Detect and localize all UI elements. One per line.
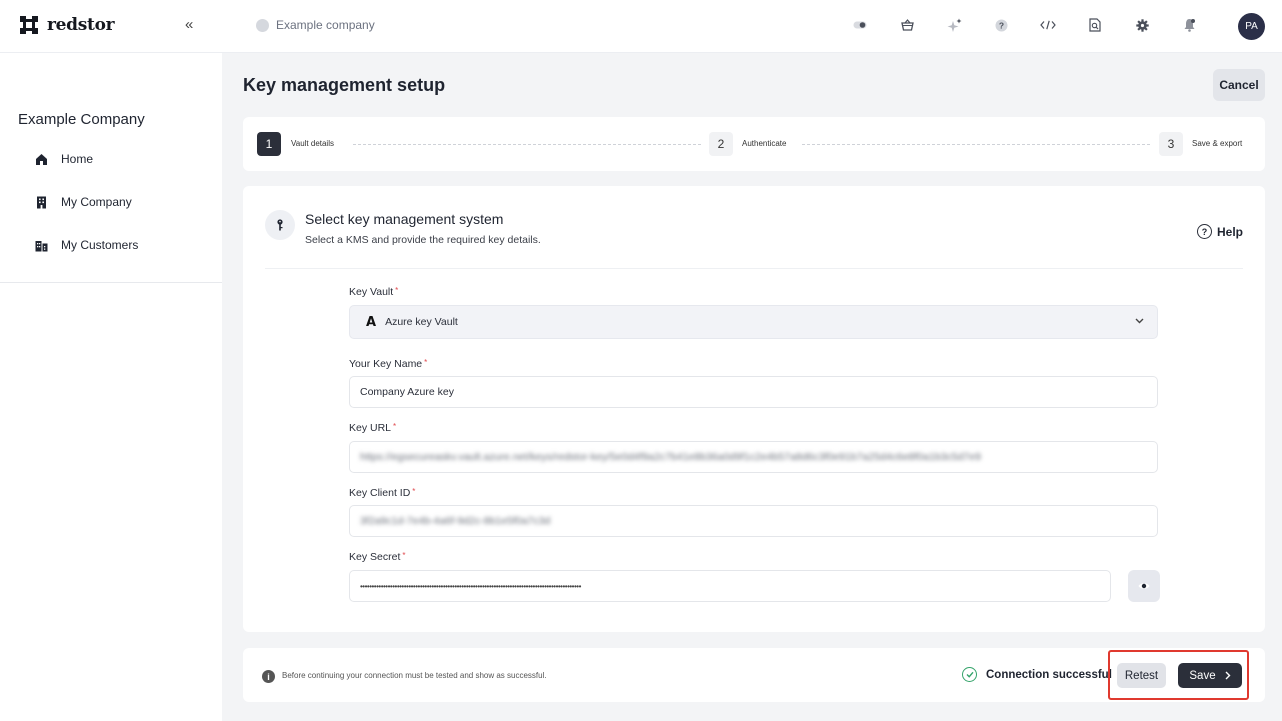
client-id-input[interactable]: 3f2a9c1d-7e4b-4a6f-9d2c-8b1e5f0a7c3d <box>349 505 1158 537</box>
client-id-label: Key Client ID * <box>349 487 415 499</box>
key-name-label: Your Key Name * <box>349 358 427 370</box>
key-url-label-text: Key URL <box>349 422 392 434</box>
key-url-value: https://egsecureaskv.vault.azure.net/key… <box>360 451 981 463</box>
stepper: 1 Vault details 2 Authenticate 3 Save & … <box>243 117 1265 171</box>
step-connector <box>802 144 1150 145</box>
retest-button[interactable]: Retest <box>1117 663 1166 688</box>
sidebar-item-label: My Customers <box>61 238 139 252</box>
redstor-logo[interactable]: redstor <box>18 14 115 36</box>
collapse-sidebar-button[interactable]: « <box>185 16 193 33</box>
key-icon <box>265 210 295 240</box>
connection-status-text: Connection successful <box>986 668 1112 681</box>
sidebar-item-home[interactable]: Home <box>35 152 93 166</box>
step-2-number[interactable]: 2 <box>709 132 733 156</box>
step-3-label: Save & export <box>1192 139 1243 148</box>
company-selector-label: Example company <box>276 18 375 32</box>
sidebar-company-title: Example Company <box>18 111 145 128</box>
required-marker: * <box>393 422 397 431</box>
top-bar: redstor « Example company ? PA <box>0 0 1282 53</box>
redstor-logo-icon <box>20 16 38 34</box>
key-name-input[interactable]: Company Azure key <box>349 376 1158 408</box>
step-1-number[interactable]: 1 <box>257 132 281 156</box>
step-3-number[interactable]: 3 <box>1159 132 1183 156</box>
gear-icon[interactable] <box>1130 13 1154 37</box>
sidebar-divider <box>0 282 222 283</box>
buildings-icon <box>35 240 48 251</box>
chevron-right-icon <box>1225 671 1231 680</box>
key-name-value: Company Azure key <box>360 386 454 398</box>
azure-logo-icon: A <box>366 314 377 330</box>
key-vault-select[interactable]: A Azure key Vault <box>349 305 1158 339</box>
sparkle-icon[interactable] <box>942 13 966 37</box>
footer-bar: i Before continuing your connection must… <box>243 648 1265 702</box>
sidebar-item-my-company[interactable]: My Company <box>35 195 132 209</box>
help-link[interactable]: ? Help <box>1197 224 1243 239</box>
key-secret-label: Key Secret * <box>349 551 405 563</box>
required-marker: * <box>412 487 416 496</box>
key-url-label: Key URL * <box>349 422 396 434</box>
logo-text: redstor <box>47 15 115 35</box>
sidebar-item-label: My Company <box>61 195 132 209</box>
sidebar-item-my-customers[interactable]: My Customers <box>35 238 138 252</box>
client-id-value: 3f2a9c1d-7e4b-4a6f-9d2c-8b1e5f0a7c3d <box>360 515 551 527</box>
eye-icon <box>1138 583 1150 589</box>
key-vault-label-text: Key Vault <box>349 286 394 298</box>
company-selector[interactable]: Example company <box>256 18 375 32</box>
key-vault-label: Key Vault * <box>349 286 398 298</box>
help-label: Help <box>1217 224 1244 239</box>
page-title: Key management setup <box>243 75 446 95</box>
kms-form-card: Select key management system Select a KM… <box>243 186 1265 632</box>
bell-icon[interactable] <box>1177 13 1201 37</box>
toggle-icon[interactable] <box>848 13 872 37</box>
basket-icon[interactable] <box>895 13 919 37</box>
card-title: Select key management system <box>305 211 504 227</box>
footer-note: Before continuing your connection must b… <box>282 671 547 680</box>
key-url-input[interactable]: https://egsecureaskv.vault.azure.net/key… <box>349 441 1158 473</box>
required-marker: * <box>395 286 399 295</box>
step-1-label: Vault details <box>291 139 334 148</box>
top-toolbar: ? <box>848 13 1224 37</box>
check-circle-icon <box>962 667 977 682</box>
sidebar-item-label: Home <box>61 152 94 166</box>
building-icon <box>37 196 46 208</box>
chevron-down-icon <box>1135 318 1144 324</box>
search-doc-icon[interactable] <box>1083 13 1107 37</box>
required-marker: * <box>424 358 428 367</box>
step-connector <box>353 144 701 145</box>
key-name-label-text: Your Key Name <box>349 358 423 370</box>
client-id-label-text: Key Client ID <box>349 487 411 499</box>
company-avatar-icon <box>256 18 269 32</box>
save-label: Save <box>1189 669 1216 682</box>
key-secret-label-text: Key Secret <box>349 551 401 563</box>
toggle-secret-visibility-button[interactable] <box>1128 570 1160 602</box>
help-icon[interactable]: ? <box>989 13 1013 37</box>
card-divider <box>265 268 1243 269</box>
code-icon[interactable] <box>1036 13 1060 37</box>
key-secret-input[interactable]: ••••••••••••••••••••••••••••••••••••••••… <box>349 570 1111 602</box>
user-avatar[interactable]: PA <box>1238 13 1265 40</box>
info-icon: i <box>262 670 275 683</box>
key-vault-selected-value: Azure key Vault <box>385 316 458 328</box>
card-subtitle: Select a KMS and provide the required ke… <box>305 234 541 246</box>
step-2-label: Authenticate <box>742 139 787 148</box>
svg-text:?: ? <box>998 20 1003 30</box>
key-secret-value: ••••••••••••••••••••••••••••••••••••••••… <box>360 581 581 591</box>
question-circle-icon: ? <box>1197 224 1212 239</box>
connection-status: Connection successful <box>962 667 1112 682</box>
sidebar: Example Company Home My Company My Custo… <box>0 53 222 721</box>
save-button[interactable]: Save <box>1178 663 1242 688</box>
required-marker: * <box>402 551 406 560</box>
cancel-button[interactable]: Cancel <box>1213 69 1265 101</box>
home-icon <box>36 153 47 165</box>
